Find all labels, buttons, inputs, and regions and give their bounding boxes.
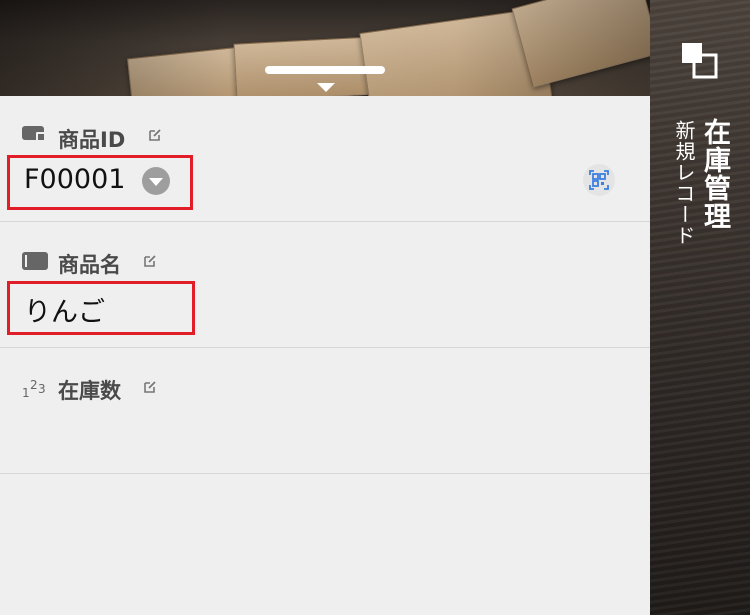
collapse-handle[interactable] <box>265 66 385 74</box>
text-field-icon <box>22 252 48 270</box>
field-label-product-id: 商品ID <box>58 128 126 152</box>
highlight-box <box>7 155 193 210</box>
qr-scan-button[interactable] <box>583 164 615 196</box>
app-subtitle: 新規レコード <box>672 120 696 246</box>
app-title: 在庫管理 <box>699 118 730 230</box>
id-card-icon <box>22 126 46 142</box>
svg-text:1: 1 <box>22 386 30 400</box>
collapse-arrow-icon[interactable] <box>317 83 335 92</box>
header-image <box>0 0 650 96</box>
field-stock-quantity <box>0 348 650 474</box>
edit-icon[interactable] <box>148 128 162 142</box>
svg-text:3: 3 <box>38 382 46 396</box>
qr-code-icon <box>589 170 609 190</box>
app-side-panel <box>650 0 750 615</box>
number-123-icon: 1 2 3 <box>22 378 46 400</box>
svg-text:2: 2 <box>30 378 38 392</box>
copy-icon[interactable] <box>682 43 718 79</box>
field-label-stock-quantity: 在庫数 <box>58 379 121 403</box>
edit-icon[interactable] <box>143 380 157 394</box>
edit-icon[interactable] <box>143 254 157 268</box>
field-label-product-name: 商品名 <box>58 253 121 277</box>
highlight-box <box>7 281 195 335</box>
